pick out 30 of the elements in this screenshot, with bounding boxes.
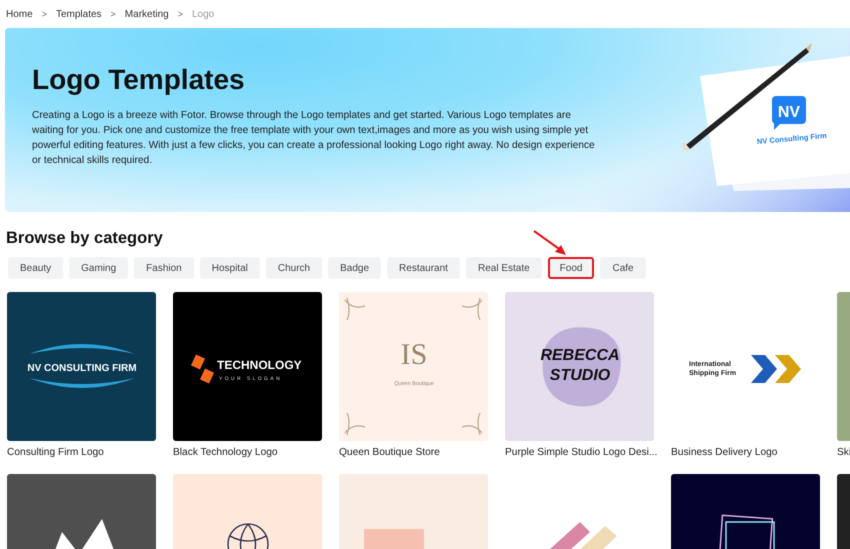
breadcrumb-link[interactable]: Templates xyxy=(56,8,102,20)
category-chip[interactable]: Badge xyxy=(328,257,382,279)
logo-text: NV CONSULTING FIRM xyxy=(27,363,137,374)
template-thumbnail[interactable]: NV CONSULTING FIRM xyxy=(7,292,156,441)
category-chip[interactable]: Restaurant xyxy=(387,257,460,279)
category-chip[interactable]: Church xyxy=(266,257,322,279)
template-thumbnail[interactable]: REBECCA STUDIO xyxy=(505,292,654,441)
category-chip[interactable]: Hospital xyxy=(200,257,260,279)
monogram-text: IS xyxy=(400,338,428,371)
template-title[interactable]: Queen Boutique Store xyxy=(339,447,488,458)
template-title[interactable]: Business Delivery Logo xyxy=(671,447,820,458)
category-chip[interactable]: Real Estate xyxy=(466,257,542,279)
template-title[interactable]: Consulting Firm Logo xyxy=(7,447,156,458)
breadcrumb-separator: > xyxy=(42,9,47,19)
section-heading: Browse by category xyxy=(6,229,163,248)
logo-text: STUDIO xyxy=(550,367,610,384)
breadcrumb-link[interactable]: Marketing xyxy=(124,8,169,20)
breadcrumb-separator: > xyxy=(110,9,116,19)
logo-text: TECHNOLOGY xyxy=(217,358,302,372)
category-chip[interactable]: Cafe xyxy=(600,257,646,279)
logo-text: REBECCA xyxy=(540,347,620,364)
category-chip[interactable]: Fashion xyxy=(134,257,194,279)
template-title[interactable]: Purple Simple Studio Logo Desi... xyxy=(505,447,654,458)
page-title: Logo Templates xyxy=(32,64,246,96)
template-title[interactable]: Black Technology Logo xyxy=(173,447,322,458)
category-chip[interactable]: Gaming xyxy=(69,257,128,279)
breadcrumb-link[interactable]: Home xyxy=(6,8,33,20)
breadcrumb-separator: > xyxy=(178,9,183,19)
hero-description: Creating a Logo is a breeze with Fotor. Browse through the Logo templates and get started. Various Logo templates are waiting for you. Pick one and customize the free template with your own text,images and more as you wish using simple yet powerful editing features. With just a few clicks, you can create a professional looking Logo right away. No design experience or technical skills required. xyxy=(32,109,596,168)
category-chip[interactable]: Beauty xyxy=(8,257,64,279)
